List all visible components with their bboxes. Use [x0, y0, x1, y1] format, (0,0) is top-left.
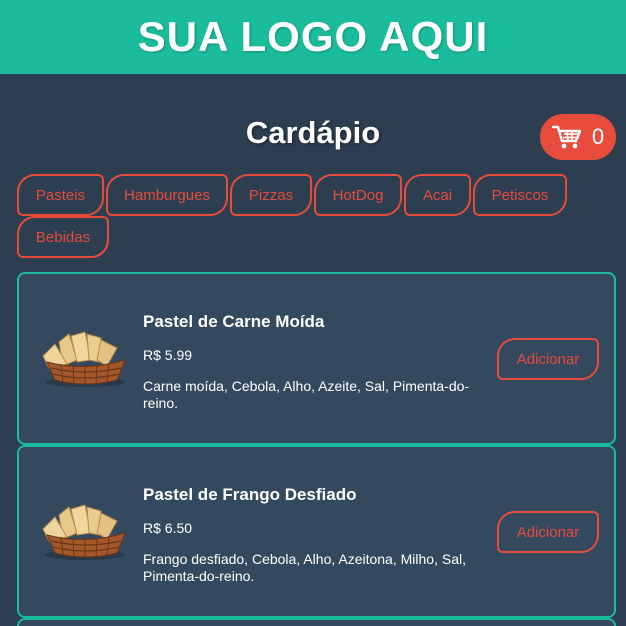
- logo-text: SUA LOGO AQUI: [137, 13, 489, 60]
- pastel-basket-image: [42, 331, 126, 387]
- category-pizzas[interactable]: Pizzas: [230, 174, 312, 216]
- product-card: Pastel de Carne Moída R$ 5.99 Carne moíd…: [17, 272, 616, 445]
- product-card: Pastel de Frango Desfiado R$ 6.50 Frango…: [17, 445, 616, 618]
- product-card: [17, 618, 616, 626]
- cart-button[interactable]: 0: [540, 114, 616, 160]
- category-hotdog[interactable]: HotDog: [314, 174, 402, 216]
- category-hamburgues[interactable]: Hamburgues: [106, 174, 228, 216]
- product-name: Pastel de Frango Desfiado: [143, 485, 357, 504]
- pastel-basket-image: [42, 504, 126, 560]
- add-to-cart-button[interactable]: Adicionar: [497, 338, 599, 380]
- header-bar: SUA LOGO AQUI: [0, 0, 626, 74]
- product-description: Carne moída, Cebola, Alho, Azeite, Sal, …: [143, 378, 470, 411]
- page-title: Cardápio: [245, 115, 381, 150]
- shopping-cart-icon: [551, 125, 582, 149]
- product-name: Pastel de Carne Moída: [143, 312, 325, 331]
- add-to-cart-button[interactable]: Adicionar: [497, 511, 599, 553]
- category-pasteis[interactable]: Pasteis: [17, 174, 104, 216]
- product-description: Frango desfiado, Cebola, Alho, Azeitona,…: [143, 551, 466, 584]
- category-acai[interactable]: Acai: [404, 174, 471, 216]
- product-price: R$ 5.99: [143, 347, 193, 363]
- cart-count: 0: [591, 124, 605, 149]
- category-bebidas[interactable]: Bebidas: [17, 216, 109, 258]
- product-price: R$ 6.50: [143, 520, 193, 536]
- category-petiscos[interactable]: Petiscos: [473, 174, 567, 216]
